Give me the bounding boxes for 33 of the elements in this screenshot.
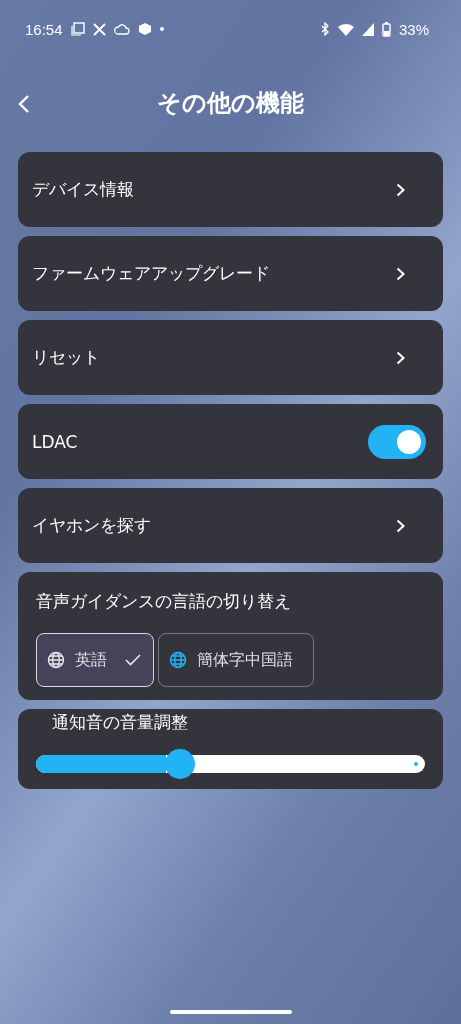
settings-row[interactable]: リセット [18,320,443,395]
chevron-left-icon [18,94,30,114]
language-option[interactable]: 簡体字中国語 [158,633,314,687]
chevron-right-icon [396,182,405,197]
language-option[interactable]: 英語 [36,633,154,687]
settings-row[interactable]: イヤホンを探す [18,488,443,563]
check-icon [125,654,141,666]
box-icon [137,22,152,36]
battery-icon [381,21,391,37]
page-title: その他の機能 [157,88,304,119]
bluetooth-icon [319,22,330,36]
settings-row[interactable]: ファームウェアアップグレード [18,236,443,311]
globe-icon [47,651,65,669]
section-title: 通知音の音量調整 [51,711,189,734]
track-end-dot [414,762,418,766]
dot-icon [159,27,164,31]
section-title: 音声ガイダンスの言語の切り替え [36,590,292,613]
status-time: 16:54 [25,20,63,38]
signal-icon [361,22,374,36]
wifi-icon [337,22,354,36]
chevron-right-icon [396,266,405,281]
slider-thumb[interactable] [164,749,195,779]
window-icon [70,22,85,36]
globe-icon [169,651,187,669]
settings-row[interactable]: LDAC [18,404,443,479]
cross-icon [92,22,106,36]
toggle-switch[interactable] [368,424,426,459]
settings-row[interactable]: デバイス情報 [18,152,443,227]
cloud-icon [113,23,130,35]
chevron-right-icon [396,518,405,533]
chevron-right-icon [396,350,405,365]
volume-slider[interactable] [36,749,425,779]
battery-percent: 33% [398,20,429,38]
